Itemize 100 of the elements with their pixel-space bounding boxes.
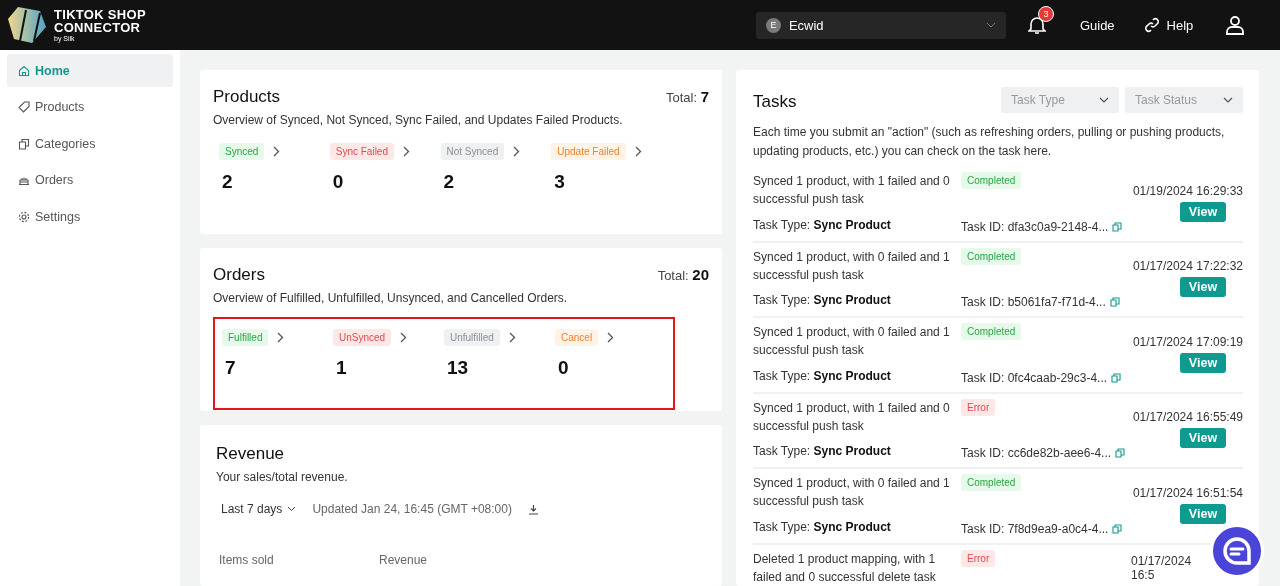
sidebar-item[interactable]: Categories: [7, 127, 173, 160]
gear-icon: [18, 210, 30, 223]
task-summary: Synced 1 product, with 0 failed and 1 successful push task: [753, 324, 951, 359]
task-id: Task ID: b5061fa7-f71d-4...: [961, 295, 1106, 309]
status-tag[interactable]: Unfulfilled: [444, 329, 500, 346]
stat-value: 0: [331, 171, 345, 193]
task-time: 01/17/2024 16:5: [1131, 553, 1193, 582]
stat-value: 2: [221, 171, 234, 193]
guide-link[interactable]: Guide: [1079, 17, 1115, 33]
view-button[interactable]: View: [1180, 428, 1226, 449]
updated-time: Updated Jan 24, 16:45 (GMT +08:00): [312, 502, 512, 516]
download-icon[interactable]: [527, 503, 539, 515]
task-time: 01/17/2024 16:55:49: [1132, 410, 1243, 425]
help-link[interactable]: Help: [1142, 16, 1194, 34]
logo-title: TIKTOK SHOP: [54, 8, 146, 21]
card-description: Overview of Fulfilled, Unfulfilled, Unsynced, and Cancelled Orders.: [213, 291, 569, 305]
view-button[interactable]: View: [1180, 201, 1226, 222]
task-time: 01/17/2024 16:51:54: [1132, 485, 1243, 500]
card-title: Products: [213, 87, 281, 107]
view-button[interactable]: View: [1180, 277, 1226, 298]
filter-select[interactable]: Task Status: [1125, 87, 1243, 113]
total-count: Total: 7: [665, 88, 709, 105]
status-tag[interactable]: Cancel: [555, 329, 599, 346]
column-header: Items sold: [219, 553, 275, 567]
task-type: Task Type: Sync Product: [753, 443, 892, 460]
task-summary: Synced 1 product, with 1 failed and 0 successful push task: [753, 399, 951, 435]
card-description: Each time you submit an "action" (such as refreshing orders, pulling or pushing products, updating products, etc.) you can check on the task here.: [753, 124, 1226, 160]
sidebar-item[interactable]: Home: [7, 54, 173, 87]
chevron-right-icon[interactable]: [508, 332, 516, 343]
task-summary: Synced 1 product, with 0 failed and 1 successful push task: [753, 475, 951, 510]
chevron-right-icon[interactable]: [634, 146, 642, 157]
task-time: 01/17/2024 17:22:32: [1132, 259, 1243, 274]
sidebar-item[interactable]: Products: [7, 90, 173, 124]
logo-icon: [6, 5, 48, 45]
home-icon: [18, 64, 30, 77]
chevron-right-icon[interactable]: [277, 332, 285, 343]
status-tag[interactable]: Fulfilled: [222, 329, 269, 346]
stat-value: 1: [335, 357, 348, 379]
copy-icon[interactable]: [1112, 221, 1123, 232]
status-tag: Error: [961, 398, 996, 416]
tag-icon: [18, 101, 30, 113]
notification-badge: 3: [1037, 6, 1054, 22]
task-time: 01/17/2024 17:09:19: [1132, 334, 1243, 349]
copy-icon[interactable]: [1109, 297, 1120, 307]
card-title: Orders: [213, 265, 265, 285]
chat-icon: [1222, 536, 1252, 566]
chevron-down-icon: [1223, 97, 1233, 103]
stat-value: 13: [446, 357, 470, 379]
task-type: Task Type: Sync Product: [753, 367, 892, 385]
chevron-right-icon[interactable]: [273, 146, 281, 157]
task-type: Task Type: Sync Product: [753, 292, 892, 309]
total-count: Total: 20: [657, 266, 709, 283]
copy-icon[interactable]: [1112, 523, 1123, 534]
status-tag: Completed: [961, 247, 1022, 265]
task-type: Task Type: Sync Product: [753, 518, 892, 536]
task-summary: Deleted 1 product mapping, with 1 failed and 0 successful delete task: [753, 550, 937, 586]
status-tag: Error: [961, 549, 996, 567]
task-summary: Synced 1 product, with 1 failed and 0 successful push task: [753, 173, 951, 208]
view-button[interactable]: View: [1180, 352, 1226, 373]
sidebar-item[interactable]: Orders: [7, 163, 173, 197]
copy-icon: [18, 137, 30, 150]
card-description: Your sales/total revenue.: [216, 470, 349, 484]
view-button[interactable]: View: [1180, 503, 1226, 524]
task-summary: Synced 1 product, with 0 failed and 1 successful push task: [753, 248, 951, 284]
chevron-down-icon: [1099, 97, 1109, 103]
sidebar-item[interactable]: Settings: [7, 200, 173, 233]
store-select[interactable]: E Ecwid: [755, 11, 1006, 39]
status-tag[interactable]: Sync Failed: [329, 143, 394, 160]
status-tag: Completed: [961, 172, 1022, 189]
copy-icon[interactable]: [1111, 372, 1122, 383]
status-tag: Completed: [961, 474, 1022, 491]
task-id: Task ID: cc6de82b-aee6-4...: [961, 446, 1112, 460]
logo-title: CONNECTOR: [54, 21, 142, 34]
card-title: Revenue: [216, 444, 286, 464]
chevron-right-icon[interactable]: [403, 146, 410, 157]
task-time: 01/19/2024 16:29:33: [1132, 183, 1243, 198]
chevron-right-icon[interactable]: [513, 146, 521, 157]
chevron-right-icon[interactable]: [400, 332, 408, 343]
bell-icon[interactable]: [1027, 15, 1046, 35]
status-tag[interactable]: Synced: [219, 143, 265, 160]
link-icon: [1142, 16, 1161, 34]
user-icon[interactable]: [1225, 15, 1246, 35]
chevron-down-icon: [985, 22, 996, 28]
filter-select[interactable]: Task Type: [1001, 87, 1119, 113]
stat-value: 2: [442, 171, 456, 193]
column-header: Revenue: [379, 553, 429, 567]
stat-value: 7: [224, 357, 237, 379]
date-range-select[interactable]: Last 7 days: [221, 502, 297, 516]
chevron-down-icon: [287, 506, 297, 512]
card-title: Tasks: [753, 92, 797, 112]
status-tag[interactable]: Update Failed: [551, 143, 626, 160]
chevron-right-icon[interactable]: [607, 332, 615, 343]
stat-value: 3: [553, 171, 566, 193]
status-tag[interactable]: UnSynced: [333, 329, 392, 346]
card-description: Overview of Synced, Not Synced, Sync Failed, and Updates Failed Products.: [213, 113, 624, 127]
task-type: Task Type: Sync Product: [753, 216, 892, 234]
status-tag[interactable]: Not Synced: [440, 143, 505, 160]
copy-icon[interactable]: [1115, 448, 1126, 458]
task-id: Task ID: dfa3c0a9-2148-4...: [961, 219, 1109, 234]
stat-value: 0: [557, 357, 570, 379]
